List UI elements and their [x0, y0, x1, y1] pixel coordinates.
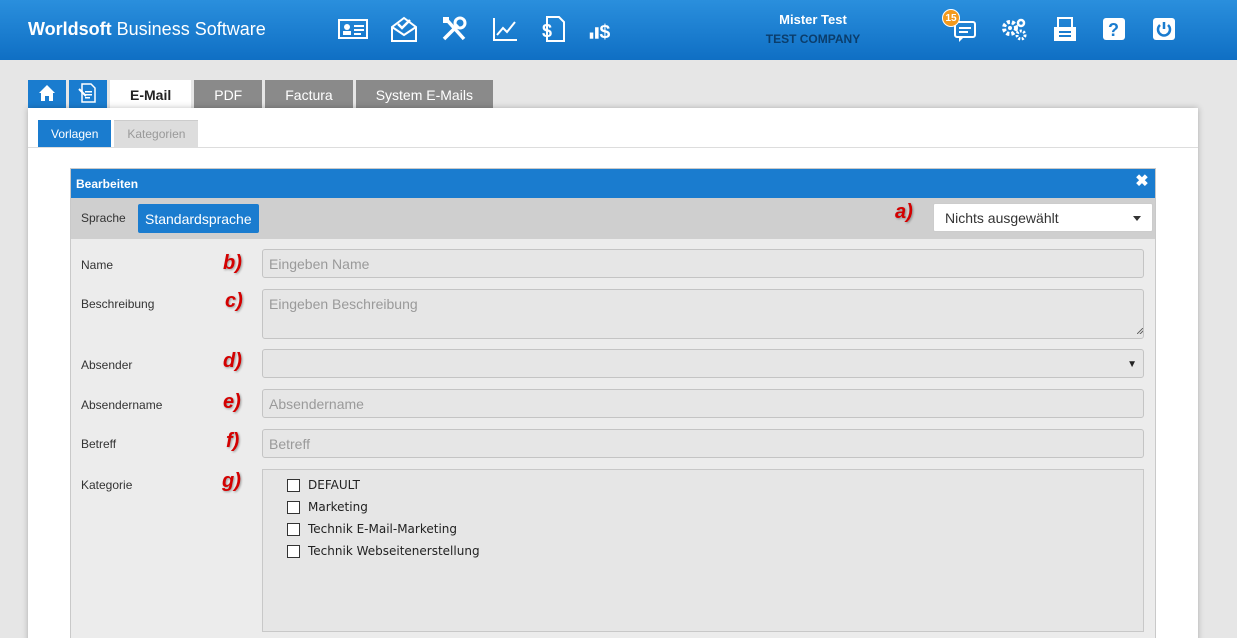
annotation-b: b) — [223, 252, 242, 274]
checkbox[interactable] — [287, 522, 300, 536]
category-item-marketing[interactable]: Marketing — [287, 500, 368, 514]
tab-system-emails[interactable]: System E-Mails — [355, 80, 493, 109]
divider — [28, 147, 1198, 148]
checkbox[interactable] — [287, 544, 300, 558]
dropdown-arrow-icon: ▼ — [1127, 359, 1137, 370]
language-select[interactable]: Nichts ausgewählt — [933, 203, 1153, 232]
invoice-icon[interactable]: $ — [536, 14, 570, 44]
category-item-default[interactable]: DEFAULT — [287, 478, 360, 492]
close-icon[interactable]: ✖ — [1134, 174, 1150, 190]
dialog-title: Bearbeiten — [76, 176, 139, 191]
sender-name-label: Absendername — [81, 398, 163, 412]
finance-chart-icon[interactable]: $ — [586, 14, 620, 44]
tab-factura[interactable]: Factura — [265, 80, 353, 109]
company-name: TEST COMPANY — [765, 32, 861, 46]
annotation-e: e) — [223, 391, 241, 413]
subtab-templates[interactable]: Vorlagen — [38, 120, 112, 147]
svg-text:$: $ — [542, 21, 552, 41]
language-label: Sprache — [81, 211, 126, 225]
tab-home[interactable] — [28, 80, 66, 109]
annotation-c: c) — [225, 290, 243, 312]
chart-icon[interactable] — [488, 14, 522, 44]
annotation-g: g) — [222, 470, 241, 492]
tools-icon[interactable] — [437, 14, 471, 44]
sender-name-input[interactable] — [262, 389, 1144, 418]
subject-input[interactable] — [262, 429, 1144, 458]
category-item-technik-webseitenerstellung[interactable]: Technik Webseitenerstellung — [287, 544, 480, 558]
document-icon — [78, 83, 98, 106]
user-name: Mister Test — [779, 12, 847, 27]
subtab-categories[interactable]: Kategorien — [114, 120, 199, 147]
name-label: Name — [81, 258, 114, 272]
sender-select[interactable]: ▼ — [262, 349, 1144, 378]
description-label: Beschreibung — [81, 297, 155, 311]
top-bar: Worldsoft Business Software $ $ Mister T… — [0, 0, 1237, 60]
main-panel: Vorlagen Kategorien Bearbeiten ✖ Sprache… — [28, 108, 1198, 638]
user-info[interactable]: Mister Test TEST COMPANY — [740, 12, 886, 46]
edit-dialog: Bearbeiten ✖ Sprache Standardsprache a) … — [70, 168, 1156, 638]
notification-badge[interactable]: 15 — [942, 9, 960, 27]
sender-label: Absender — [81, 358, 133, 372]
tab-pdf[interactable]: PDF — [194, 80, 263, 109]
category-item-technik-email-marketing[interactable]: Technik E-Mail-Marketing — [287, 522, 457, 536]
checkbox[interactable] — [287, 500, 300, 514]
name-input[interactable] — [262, 249, 1144, 278]
resize-handle-icon[interactable] — [1137, 328, 1143, 334]
category-label: Kategorie — [81, 478, 133, 492]
annotation-f: f) — [226, 430, 240, 452]
annotation-a: a) — [895, 201, 913, 223]
help-icon[interactable]: ? — [1097, 14, 1131, 44]
home-icon — [37, 83, 57, 106]
caret-down-icon — [1133, 216, 1141, 221]
brand-logo[interactable]: Worldsoft Business Software — [28, 19, 266, 40]
svg-text:?: ? — [1108, 20, 1119, 40]
svg-text:$: $ — [599, 21, 610, 43]
default-language-button[interactable]: Standardsprache — [138, 204, 259, 233]
main-tabs: E-Mail PDF Factura System E-Mails — [28, 80, 493, 109]
print-icon[interactable] — [1048, 14, 1082, 44]
mail-icon[interactable] — [387, 14, 421, 44]
contact-card-icon[interactable] — [336, 14, 370, 44]
checkbox[interactable] — [287, 478, 300, 492]
dialog-header: Bearbeiten ✖ — [71, 169, 1155, 198]
settings-icon[interactable] — [997, 14, 1031, 44]
description-textarea[interactable] — [262, 289, 1144, 339]
tab-email[interactable]: E-Mail — [110, 80, 192, 109]
category-list: DEFAULT Marketing Technik E-Mail-Marketi… — [262, 469, 1144, 632]
tab-documents[interactable] — [69, 80, 107, 109]
language-select-value: Nichts ausgewählt — [945, 209, 1059, 226]
subject-label: Betreff — [81, 437, 117, 451]
annotation-d: d) — [223, 350, 242, 372]
language-bar: Sprache Standardsprache a) Nichts ausgew… — [71, 198, 1155, 239]
sub-tabs: Vorlagen Kategorien — [38, 120, 199, 147]
power-icon[interactable] — [1147, 14, 1181, 44]
